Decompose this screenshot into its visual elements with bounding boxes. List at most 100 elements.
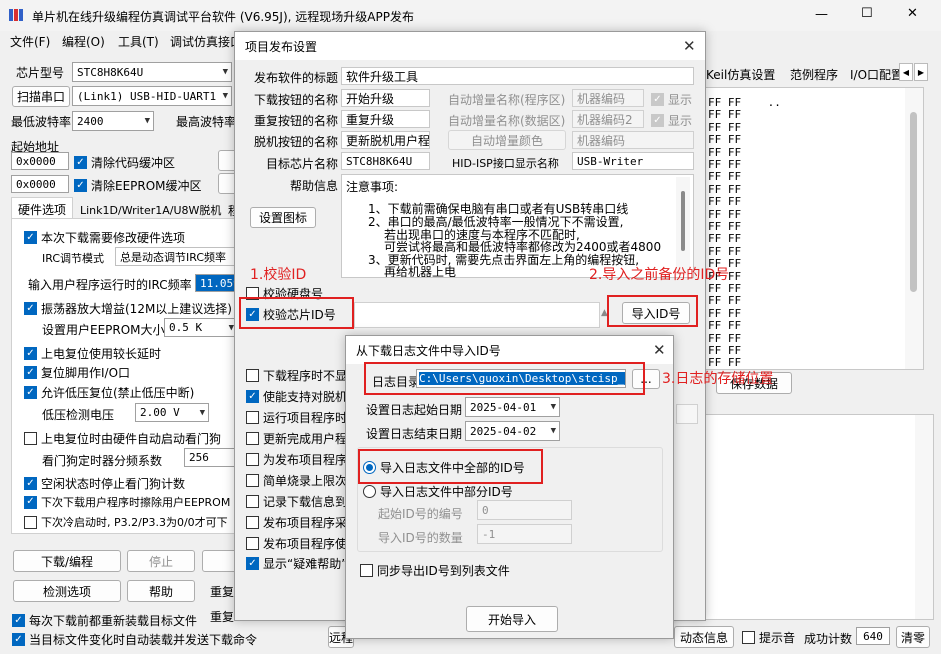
chip-select[interactable]: STC8H8K64U ▼ [72,62,232,82]
scan-port-button[interactable]: 扫描串口 [12,86,70,107]
hex-rows: FF FF .. FF FF FF FF FF FF FF FF FF FF FF FF FF… [708,96,898,369]
hidden-button-3[interactable] [202,550,238,572]
addr-code-field[interactable]: 0x0000 [11,152,69,170]
menu-file[interactable]: 文件(F) [10,33,50,50]
wdt-div-select[interactable]: 256 [184,448,240,467]
clear-code-checkbox[interactable]: ✓ 清除代码缓冲区 [74,154,175,171]
wdt-idle-checkbox[interactable]: ✓ 空闲状态时停止看门狗计数 [24,475,185,492]
annotation-step2: 2.导入之前备份的ID号 [589,267,730,283]
main-titlebar: 单片机在线升级编程仿真调试平台软件 (V6.95J), 远程现场升级APP发布 … [0,0,941,31]
help-info-text[interactable]: 注意事项: 1、下载前需确保电脑有串口或者有USB转串口线 2、串口的最高/最低… [341,174,694,278]
close-icon[interactable]: ✕ [683,37,696,55]
lvr-checkbox[interactable]: ✓ 允许低压复位(禁止低压中断) [24,384,194,401]
eeprom-size-select[interactable]: 0.5 K ▼ [164,318,238,337]
inc-name-prog-button: 自动增量名称(程序区) [448,93,566,107]
opt-enable[interactable]: 发布项目程序使能 [246,535,359,552]
close-icon[interactable]: ✕ [653,341,666,359]
machine-code-field: 机器编码 [572,89,644,107]
log-area [676,414,934,620]
irc-mode-select[interactable]: 总是动态调节IRC频率 [115,247,239,266]
menu-debug[interactable]: 调试仿真接口 [170,33,242,50]
tab-scroll-right-icon[interactable]: ▶ [914,63,928,81]
dl-btn-name-input[interactable]: 开始升级 [341,89,430,107]
repeat-btn-name-label: 重复按钮的名称 [254,114,339,128]
reset-io-checkbox[interactable]: ✓ 复位脚用作I/O口 [24,364,130,381]
por-delay-checkbox[interactable]: ✓ 上电复位使用较长延时 [24,345,161,362]
opt-burn-limit[interactable]: 简单烧录上限次数 [246,472,359,489]
hid-name-label: HID-ISP接口显示名称 [452,157,559,170]
help-button[interactable]: 帮助 [127,580,195,602]
tab-keil[interactable]: Keil仿真设置 [706,66,775,83]
count-label: 成功计数 [804,632,853,646]
offline-btn-name-input[interactable]: 更新脱机用户程 [341,131,430,149]
close-button[interactable]: ✕ [907,6,918,21]
addr-eeprom-field[interactable]: 0x0000 [11,175,69,193]
maximize-button[interactable]: ☐ [861,6,873,21]
opt-add[interactable]: 为发布项目程序添 [246,451,359,468]
inc-color-button: 自动增量颜色 [448,130,566,150]
target-chip-label: 目标芯片名称 [266,157,339,171]
set-icon-button[interactable]: 设置图标 [250,207,316,228]
auto-reload-checkbox[interactable]: ✓ 当目标文件变化时自动装载并发送下载命令 [12,631,257,648]
menu-program[interactable]: 编程(O) [62,33,105,50]
inc-name-data-button: 自动增量名称(数据区) [448,114,566,128]
import-part-radio[interactable]: 导入日志文件中部分ID号 [363,483,513,500]
hex-row: FF FF [708,319,742,333]
hidden-combo-right[interactable] [676,404,698,424]
end-date-picker[interactable]: 2025-04-02 ▼ [465,421,560,441]
erase-eeprom-checkbox[interactable]: ✓ 下次下载用户程序时擦除用户EEPROM [24,494,230,510]
port-select[interactable]: (Link1) USB-HID-UART1 ▼ [72,86,232,106]
opt-run-auto[interactable]: 运行项目程序时自 [246,409,359,426]
end-date-label: 设置日志结束日期 [366,427,463,441]
opt-offline-support[interactable]: ✓ 使能支持对脱机下 [246,388,359,405]
target-chip-input[interactable]: STC8H8K64U [341,152,430,170]
tab-hardware[interactable]: 硬件选项 [11,197,73,219]
start-import-button[interactable]: 开始导入 [466,606,558,632]
menu-tools[interactable]: 工具(T) [118,33,159,50]
tab-examples[interactable]: 范例程序 [790,66,838,83]
clear-eeprom-checkbox[interactable]: ✓ 清除EEPROM缓冲区 [74,177,202,194]
offline-btn-name-label: 脱机按钮的名称 [254,135,339,149]
help-scrollbar[interactable] [676,177,690,275]
modify-hw-checkbox[interactable]: ✓ 本次下载需要修改硬件选项 [24,229,185,246]
start-date-picker[interactable]: 2025-04-01 ▼ [465,397,560,417]
clear-count-button[interactable]: 清零 [896,626,930,648]
dyn-info-button[interactable]: 动态信息 [674,626,734,648]
chevron-down-icon: ▼ [199,407,205,418]
min-baud-select[interactable]: 2400 ▼ [72,111,154,131]
tab-link1d[interactable]: Link1D/Writer1A/U8W脱机 [80,202,221,218]
log-scrollbar[interactable] [915,415,933,619]
download-button[interactable]: 下载/编程 [13,550,121,572]
hex-scrollbar[interactable] [905,88,923,369]
hardware-options-panel: ✓ 本次下载需要修改硬件选项 IRC调节模式 总是动态调节IRC频率 输入用户程序… [11,218,241,534]
cold-boot-checkbox[interactable]: 下次冷启动时, P3.2/P3.3为0/0才可下 [24,514,228,530]
tab-scroll-left-icon[interactable]: ◀ [899,63,913,81]
chevron-down-icon: ▼ [222,91,228,101]
app-logo-icon [9,8,23,22]
opt-after-update[interactable]: 更新完成用户程序 [246,430,359,447]
publish-title-input[interactable]: 软件升级工具 [341,67,694,85]
opt-use[interactable]: 发布项目程序采用 [246,514,359,531]
stop-button[interactable]: 停止 [127,550,195,572]
export-list-checkbox[interactable]: 同步导出ID号到列表文件 [360,562,510,579]
tab-io[interactable]: I/O口配置 [850,66,903,83]
annotation-box-import-all [358,449,543,484]
hex-row: FF FF [708,294,742,308]
opt-help[interactable]: ✓ 显示“疑难帮助” [246,555,347,572]
repeat-btn-name-input[interactable]: 重复升级 [341,110,430,128]
hid-name-input[interactable]: USB-Writer [572,152,694,170]
start-id-label: 起始ID号的编号 [378,507,463,521]
max-baud-label: 最高波特率 [176,115,237,129]
lvd-select[interactable]: 2.00 V ▼ [135,403,209,422]
wdt-auto-checkbox[interactable]: 上电复位时由硬件自动启动看门狗 [24,430,221,447]
osc-gain-checkbox[interactable]: ✓ 振荡器放大增益(12M以上建议选择) [24,300,232,317]
beep-checkbox[interactable]: 提示音 [742,629,795,646]
opt-hide-download[interactable]: 下载程序时不显示 [246,367,359,384]
opt-log[interactable]: 记录下载信息到日 [246,493,359,510]
reload-each-checkbox[interactable]: ✓ 每次下载前都重新装载目标文件 [12,612,197,629]
minimize-button[interactable]: — [815,7,828,22]
check-options-button[interactable]: 检测选项 [13,580,121,602]
machine-code2-field: 机器编码2 [572,110,644,128]
import-dialog-title: 从下载日志文件中导入ID号 [356,343,501,358]
annotation-box-verify-id [239,297,354,329]
